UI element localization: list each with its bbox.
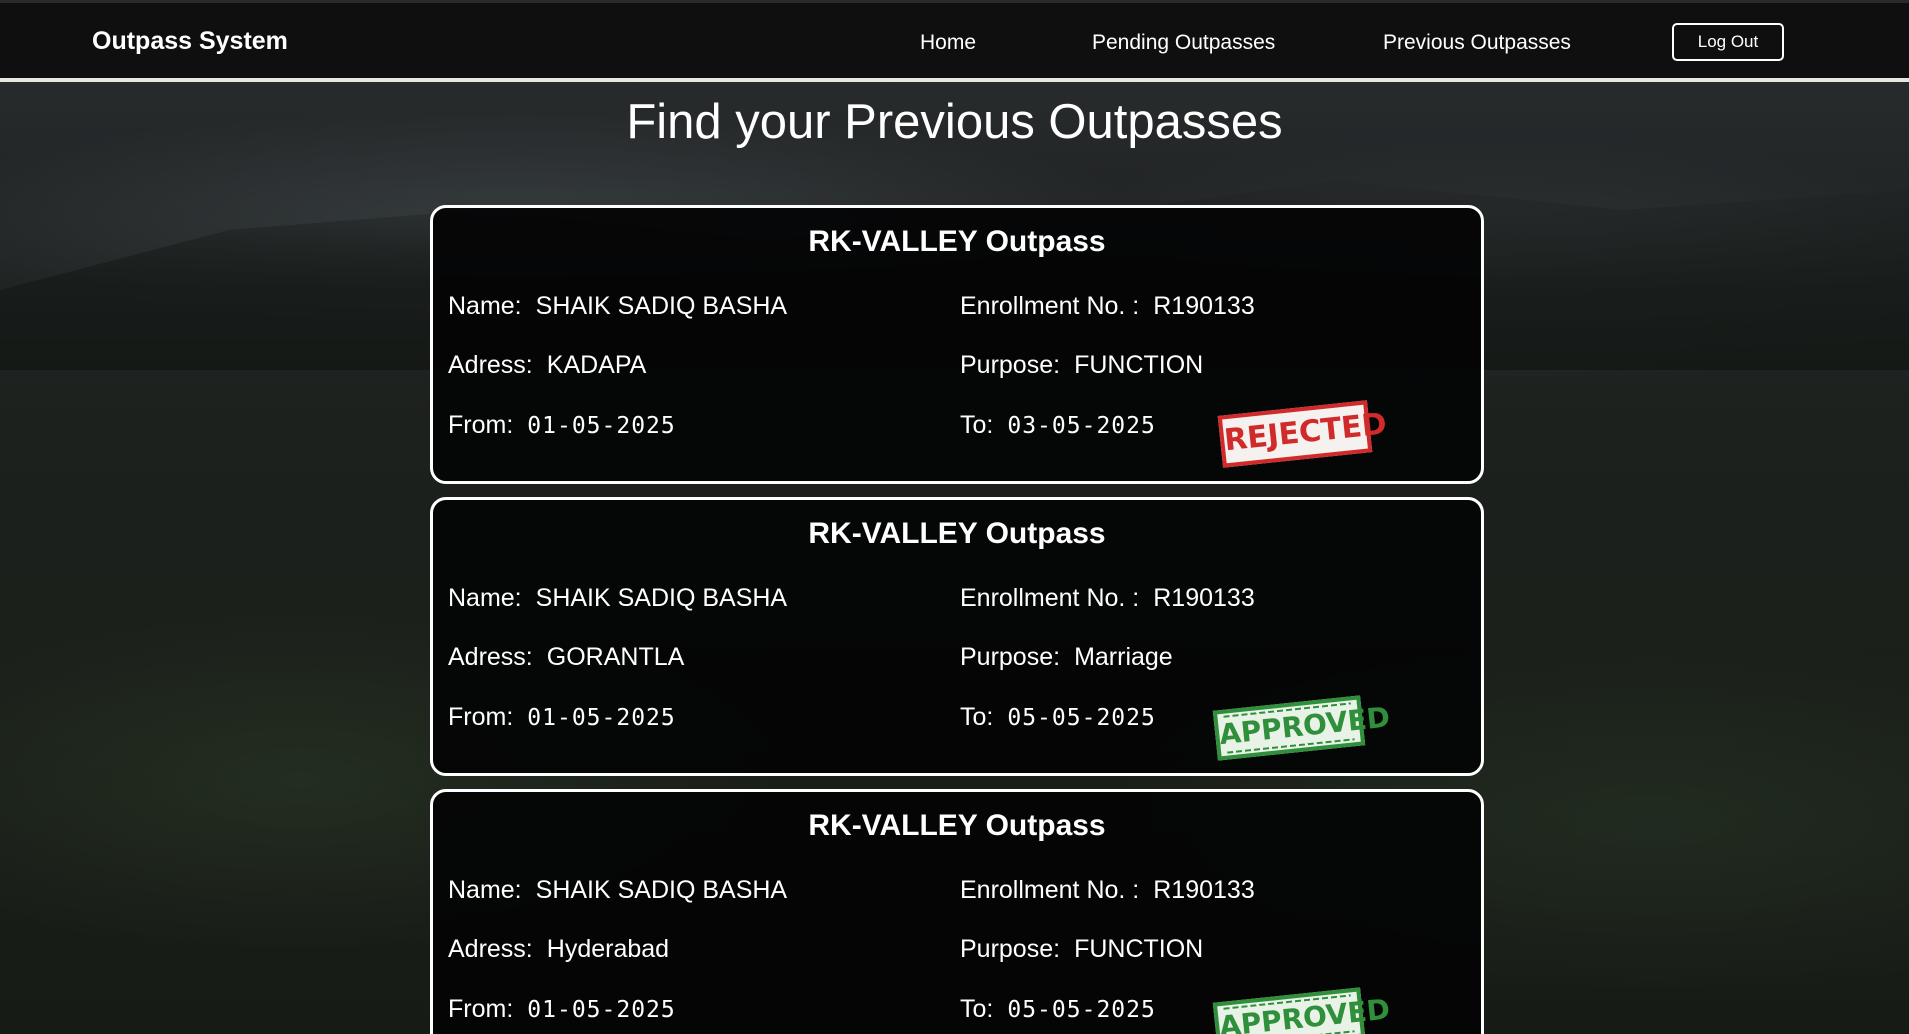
purpose-value: FUNCTION bbox=[1074, 351, 1204, 379]
name-label: Name: bbox=[448, 292, 522, 320]
from-label: From: bbox=[448, 703, 514, 731]
nav-pending-outpasses[interactable]: Pending Outpasses bbox=[1092, 31, 1275, 55]
name-value: SHAIK SADIQ BASHA bbox=[535, 876, 788, 904]
purpose-field: Purpose: FUNCTION bbox=[960, 935, 1203, 964]
purpose-field: Purpose: FUNCTION bbox=[960, 351, 1203, 380]
approved-stamp: APPROVED bbox=[1212, 987, 1391, 1034]
to-label: To: bbox=[960, 995, 994, 1023]
navbar: Outpass System Home Pending Outpasses Pr… bbox=[0, 0, 1909, 82]
address-field: Adress: KADAPA bbox=[448, 351, 646, 380]
logout-button[interactable]: Log Out bbox=[1672, 23, 1784, 61]
name-field: Name: SHAIK SADIQ BASHA bbox=[448, 292, 787, 321]
purpose-label: Purpose: bbox=[960, 351, 1061, 379]
purpose-value: FUNCTION bbox=[1074, 935, 1204, 963]
from-value: 01-05-2025 bbox=[527, 997, 676, 1023]
address-label: Adress: bbox=[448, 643, 533, 671]
outpass-card: RK-VALLEY Outpass Name: SHAIK SADIQ BASHA… bbox=[430, 205, 1484, 484]
to-label: To: bbox=[960, 703, 994, 731]
enrollment-value: R190133 bbox=[1153, 876, 1255, 904]
name-label: Name: bbox=[448, 876, 522, 904]
enrollment-field: Enrollment No. : R190133 bbox=[960, 876, 1255, 905]
from-field: From: 01-05-2025 bbox=[448, 411, 676, 440]
enrollment-field: Enrollment No. : R190133 bbox=[960, 584, 1255, 613]
card-title: RK-VALLEY Outpass bbox=[808, 517, 1106, 550]
name-field: Name: SHAIK SADIQ BASHA bbox=[448, 584, 787, 613]
purpose-value: Marriage bbox=[1074, 643, 1173, 671]
page-title: Find your Previous Outpasses bbox=[626, 95, 1283, 149]
name-value: SHAIK SADIQ BASHA bbox=[535, 584, 788, 612]
address-label: Adress: bbox=[448, 351, 533, 379]
purpose-label: Purpose: bbox=[960, 935, 1061, 963]
purpose-field: Purpose: Marriage bbox=[960, 643, 1173, 672]
to-value: 05-05-2025 bbox=[1007, 705, 1156, 731]
to-field: To: 05-05-2025 bbox=[960, 703, 1156, 732]
to-field: To: 03-05-2025 bbox=[960, 411, 1156, 440]
outpass-card: RK-VALLEY Outpass Name: SHAIK SADIQ BASHA… bbox=[430, 497, 1484, 776]
to-value: 05-05-2025 bbox=[1007, 997, 1156, 1023]
enrollment-label: Enrollment No. : bbox=[960, 584, 1140, 612]
name-value: SHAIK SADIQ BASHA bbox=[535, 292, 788, 320]
enrollment-label: Enrollment No. : bbox=[960, 292, 1140, 320]
from-field: From: 01-05-2025 bbox=[448, 995, 676, 1024]
to-label: To: bbox=[960, 411, 994, 439]
enrollment-label: Enrollment No. : bbox=[960, 876, 1140, 904]
purpose-label: Purpose: bbox=[960, 643, 1061, 671]
outpass-card: RK-VALLEY Outpass Name: SHAIK SADIQ BASHA… bbox=[430, 789, 1484, 1034]
nav-previous-outpasses[interactable]: Previous Outpasses bbox=[1383, 31, 1571, 55]
address-value: Hyderabad bbox=[546, 935, 670, 963]
rejected-stamp: REJECTED bbox=[1217, 400, 1388, 468]
address-value: KADAPA bbox=[546, 351, 647, 379]
card-title: RK-VALLEY Outpass bbox=[808, 809, 1106, 842]
enrollment-value: R190133 bbox=[1153, 584, 1255, 612]
address-label: Adress: bbox=[448, 935, 533, 963]
enrollment-field: Enrollment No. : R190133 bbox=[960, 292, 1255, 321]
address-field: Adress: GORANTLA bbox=[448, 643, 684, 672]
from-value: 01-05-2025 bbox=[527, 705, 676, 731]
from-field: From: 01-05-2025 bbox=[448, 703, 676, 732]
from-label: From: bbox=[448, 411, 514, 439]
enrollment-value: R190133 bbox=[1153, 292, 1255, 320]
from-value: 01-05-2025 bbox=[527, 413, 676, 439]
address-value: GORANTLA bbox=[546, 643, 685, 671]
card-title: RK-VALLEY Outpass bbox=[808, 225, 1106, 258]
nav-home[interactable]: Home bbox=[920, 31, 976, 55]
approved-stamp: APPROVED bbox=[1212, 695, 1391, 761]
to-field: To: 05-05-2025 bbox=[960, 995, 1156, 1024]
address-field: Adress: Hyderabad bbox=[448, 935, 669, 964]
name-field: Name: SHAIK SADIQ BASHA bbox=[448, 876, 787, 905]
name-label: Name: bbox=[448, 584, 522, 612]
from-label: From: bbox=[448, 995, 514, 1023]
brand-title[interactable]: Outpass System bbox=[92, 27, 288, 56]
to-value: 03-05-2025 bbox=[1007, 413, 1156, 439]
